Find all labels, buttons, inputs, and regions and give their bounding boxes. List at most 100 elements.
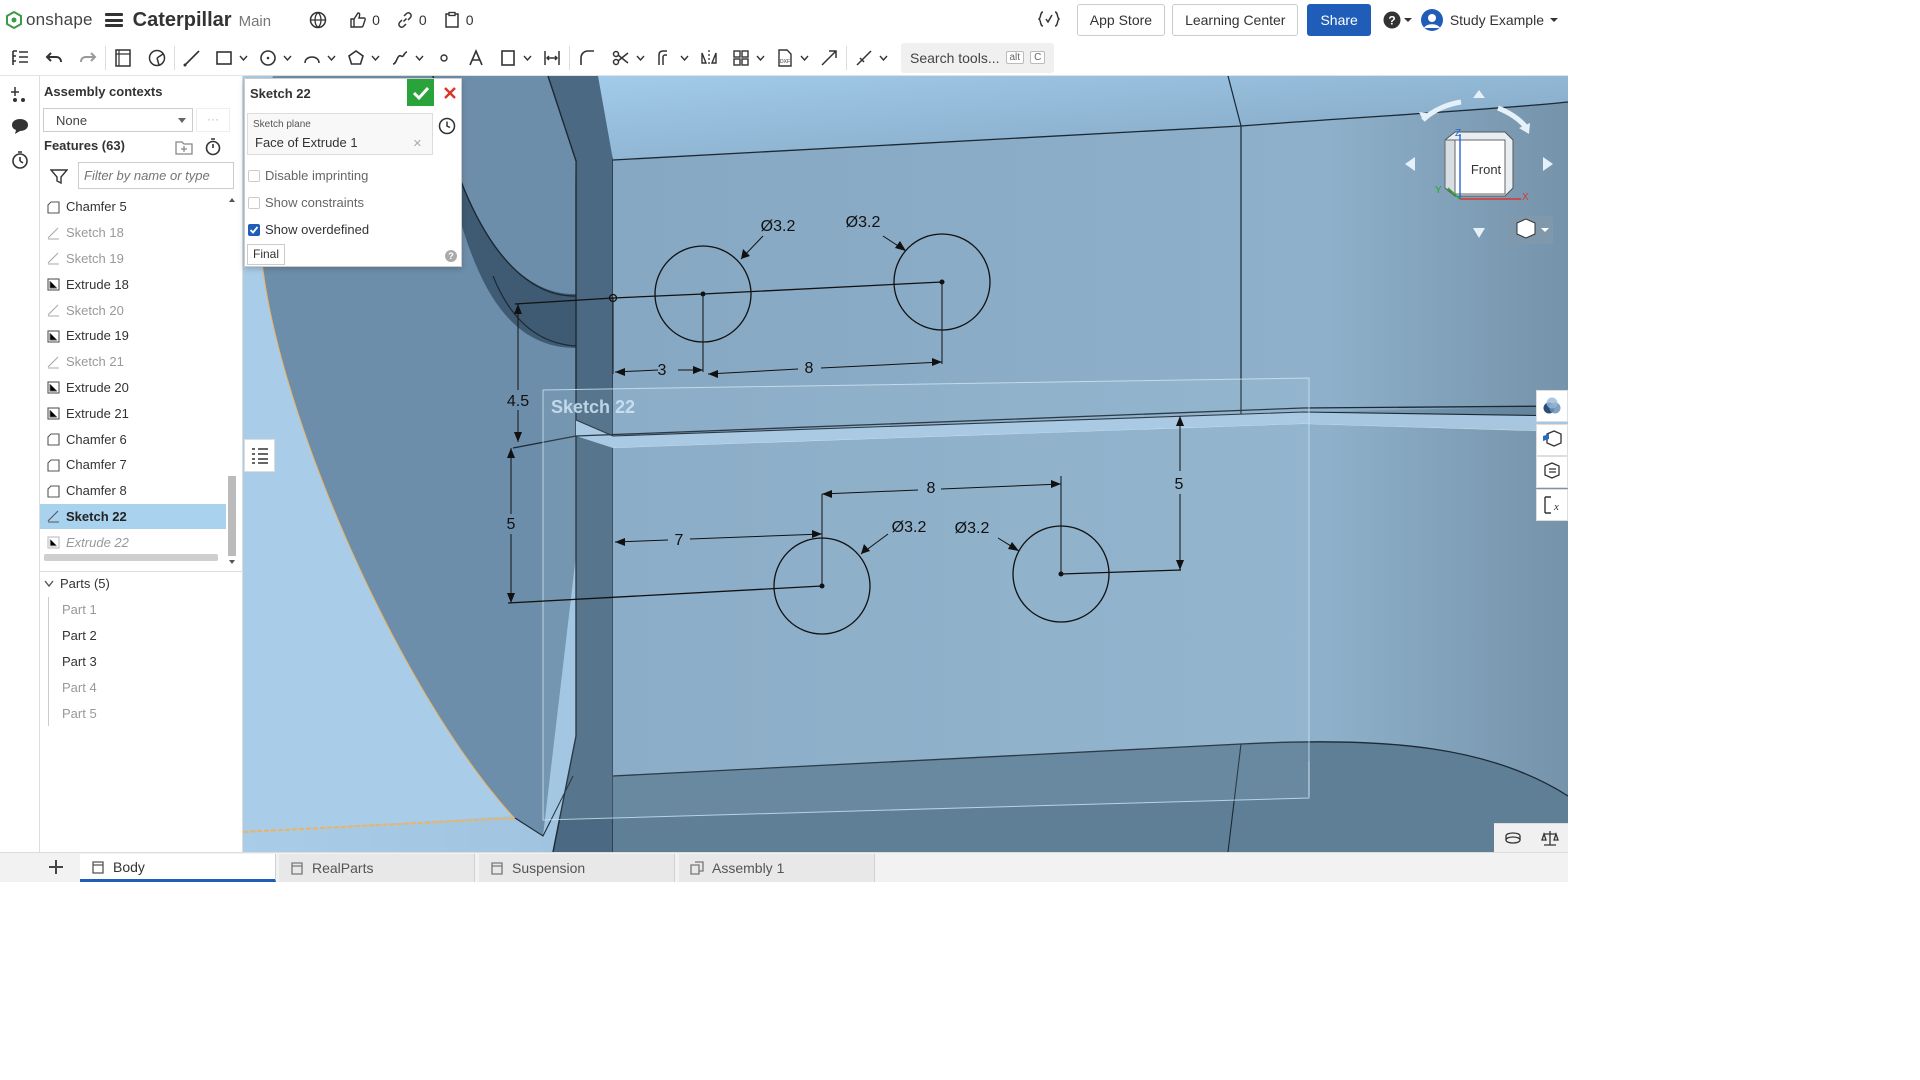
dim-horizontal-8-top[interactable]: 8 bbox=[805, 360, 814, 377]
variables-panel-button[interactable]: x bbox=[1536, 489, 1568, 521]
clear-plane-icon[interactable]: ✕ bbox=[413, 137, 422, 150]
like-button[interactable]: 0 bbox=[349, 11, 380, 29]
part-item[interactable]: Part 2 bbox=[49, 623, 228, 649]
chevron-down-icon[interactable] bbox=[678, 45, 690, 71]
fillet-tool-icon[interactable] bbox=[574, 45, 600, 71]
learning-center-button[interactable]: Learning Center bbox=[1172, 4, 1299, 36]
assembly-context-select[interactable]: None bbox=[43, 108, 193, 132]
list-item[interactable]: Chamfer 8 bbox=[40, 478, 226, 504]
list-item[interactable]: Chamfer 5 bbox=[40, 194, 226, 220]
list-item[interactable]: Extrude 18 bbox=[40, 271, 226, 297]
search-tools-input[interactable]: Search tools... alt C bbox=[901, 42, 1055, 73]
show-constraints-option[interactable]: Show constraints bbox=[248, 195, 364, 210]
line-tool-icon[interactable] bbox=[179, 45, 205, 71]
chevron-down-icon[interactable] bbox=[754, 45, 766, 71]
circle-tool-icon[interactable] bbox=[255, 45, 281, 71]
feature-list-hscrollbar[interactable] bbox=[44, 554, 218, 561]
share-button[interactable]: Share bbox=[1307, 4, 1371, 36]
dim-diameter-2[interactable]: Ø3.2 bbox=[846, 214, 881, 231]
tab-realparts[interactable]: RealParts bbox=[279, 854, 475, 882]
list-item[interactable]: Extrude 21 bbox=[40, 400, 226, 426]
insert-image-icon[interactable] bbox=[495, 45, 521, 71]
list-item[interactable]: Sketch 22 bbox=[40, 503, 226, 530]
list-item[interactable]: Extrude 22 bbox=[40, 529, 226, 555]
chevron-down-icon[interactable] bbox=[634, 45, 646, 71]
show-overdefined-checkbox[interactable] bbox=[248, 223, 260, 236]
feature-filter-input[interactable] bbox=[78, 162, 234, 189]
graph-icon[interactable] bbox=[144, 45, 170, 71]
add-folder-icon[interactable] bbox=[174, 138, 194, 156]
parts-header[interactable]: Parts (5) bbox=[44, 576, 110, 591]
undo-icon[interactable] bbox=[41, 45, 67, 71]
chevron-down-icon[interactable] bbox=[798, 45, 810, 71]
part-item[interactable]: Part 5 bbox=[49, 700, 228, 726]
chevron-down-icon[interactable] bbox=[369, 45, 381, 71]
trim-tool-icon[interactable] bbox=[608, 45, 634, 71]
polygon-tool-icon[interactable] bbox=[343, 45, 369, 71]
dim-vertical-5-left[interactable]: 5 bbox=[507, 516, 516, 533]
variable-table-icon[interactable] bbox=[110, 45, 136, 71]
globe-icon[interactable] bbox=[309, 11, 327, 29]
chevron-down-icon[interactable] bbox=[877, 45, 889, 71]
rollback-timer-icon[interactable] bbox=[204, 137, 222, 157]
copies-button[interactable]: 0 bbox=[443, 11, 473, 29]
sketch-plane-field[interactable]: Sketch plane Face of Extrude 1 ✕ bbox=[247, 113, 433, 155]
tab-assembly-1[interactable]: Assembly 1 bbox=[679, 854, 875, 882]
list-item[interactable]: Chamfer 6 bbox=[40, 426, 226, 452]
part-item[interactable]: Part 3 bbox=[49, 649, 228, 675]
dim-diameter-1[interactable]: Ø3.2 bbox=[761, 218, 796, 235]
custom-features-icon[interactable] bbox=[1037, 10, 1061, 31]
list-item[interactable]: Extrude 19 bbox=[40, 323, 226, 349]
text-tool-icon[interactable] bbox=[463, 45, 489, 71]
accept-button[interactable] bbox=[407, 79, 434, 106]
spline-tool-icon[interactable] bbox=[387, 45, 413, 71]
measure-icon[interactable] bbox=[1504, 830, 1522, 846]
list-item[interactable]: Sketch 18 bbox=[40, 220, 226, 246]
dim-horizontal-7[interactable]: 7 bbox=[675, 532, 684, 549]
dim-diameter-4[interactable]: Ø3.2 bbox=[955, 520, 990, 537]
dxf-import-icon[interactable]: DXF bbox=[772, 45, 798, 71]
feature-list-icon[interactable] bbox=[7, 45, 33, 71]
part-item[interactable]: Part 1 bbox=[49, 597, 228, 623]
comments-icon[interactable] bbox=[10, 116, 30, 136]
tab-body[interactable]: Body bbox=[80, 854, 276, 882]
cancel-button[interactable] bbox=[437, 79, 463, 106]
point-tool-icon[interactable] bbox=[431, 45, 457, 71]
disable-imprinting-option[interactable]: Disable imprinting bbox=[248, 168, 368, 183]
show-overdefined-option[interactable]: Show overdefined bbox=[248, 222, 369, 237]
chevron-down-icon[interactable] bbox=[413, 45, 425, 71]
chevron-down-icon[interactable] bbox=[521, 45, 533, 71]
offset-tool-icon[interactable] bbox=[652, 45, 678, 71]
redo-icon[interactable] bbox=[75, 45, 101, 71]
chevron-down-icon[interactable] bbox=[281, 45, 293, 71]
chevron-down-icon[interactable] bbox=[325, 45, 337, 71]
help-icon[interactable]: ? bbox=[445, 250, 457, 262]
branch-name[interactable]: Main bbox=[239, 13, 272, 30]
add-tab-icon[interactable] bbox=[46, 857, 66, 877]
pattern-tool-icon[interactable] bbox=[728, 45, 754, 71]
disable-imprinting-checkbox[interactable] bbox=[248, 169, 260, 182]
dim-vertical-4-5[interactable]: 4.5 bbox=[507, 393, 529, 410]
dimension-tool-icon[interactable] bbox=[539, 45, 565, 71]
rectangle-tool-icon[interactable] bbox=[211, 45, 237, 71]
list-item[interactable]: Chamfer 7 bbox=[40, 452, 226, 478]
list-item[interactable]: Sketch 20 bbox=[40, 297, 226, 323]
list-item[interactable]: Sketch 21 bbox=[40, 349, 226, 375]
links-button[interactable]: 0 bbox=[396, 11, 427, 29]
dim-diameter-3[interactable]: Ø3.2 bbox=[892, 519, 927, 536]
part-item[interactable]: Part 4 bbox=[49, 674, 228, 700]
configurations-panel-button[interactable] bbox=[1536, 456, 1568, 488]
chevron-down-icon[interactable] bbox=[237, 45, 249, 71]
parts-panel-button[interactable] bbox=[1536, 424, 1568, 456]
app-store-button[interactable]: App Store bbox=[1076, 4, 1166, 36]
mass-properties-icon[interactable] bbox=[1540, 830, 1559, 846]
assembly-more-button[interactable]: ··· bbox=[196, 108, 230, 132]
mirror-tool-icon[interactable] bbox=[696, 45, 722, 71]
arc-tool-icon[interactable] bbox=[299, 45, 325, 71]
help-menu-button[interactable]: ? bbox=[1383, 11, 1412, 29]
onshape-logo[interactable]: onshape bbox=[6, 10, 93, 30]
insert-feature-icon[interactable] bbox=[10, 84, 30, 104]
filter-icon[interactable] bbox=[50, 168, 68, 185]
sketch-list-toggle[interactable] bbox=[244, 439, 275, 472]
construction-tool-icon[interactable] bbox=[851, 45, 877, 71]
